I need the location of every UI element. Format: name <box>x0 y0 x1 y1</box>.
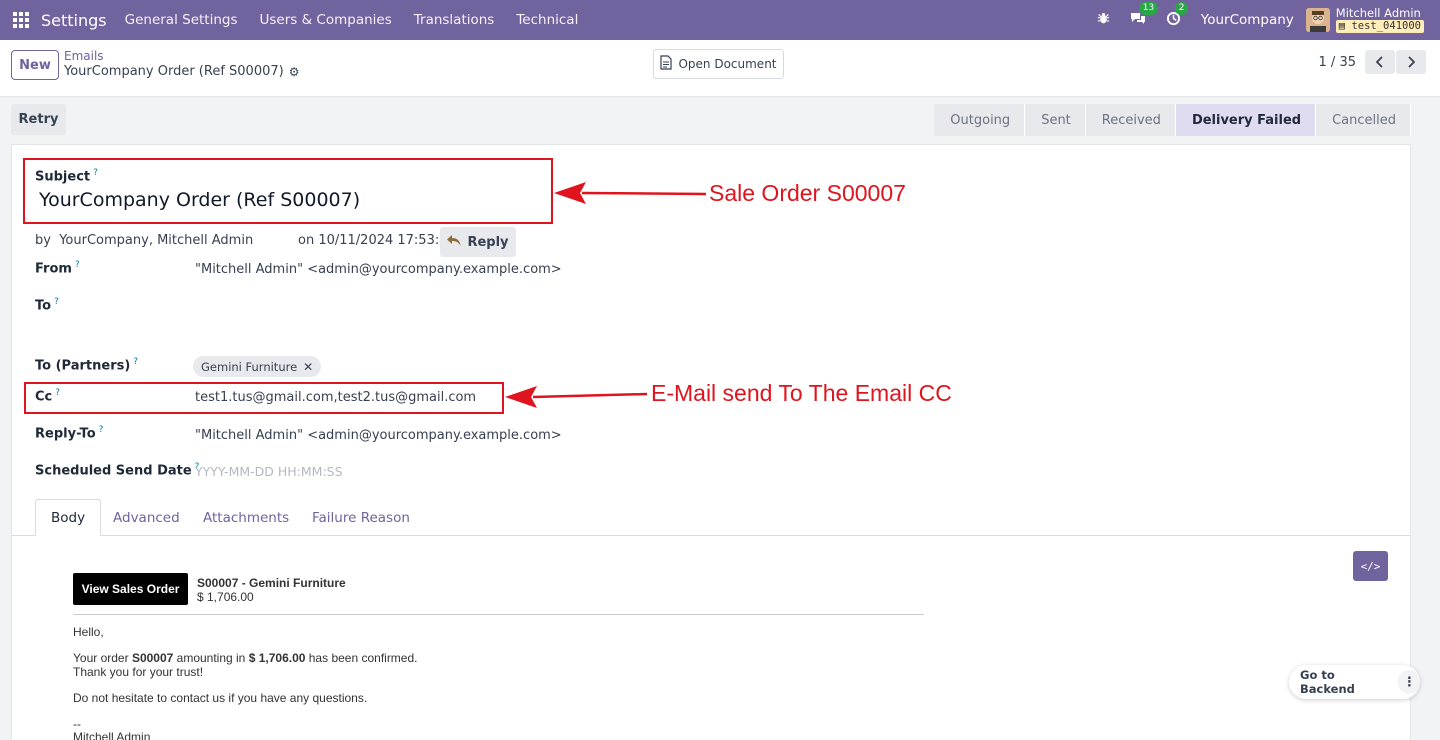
go-to-backend-button[interactable]: Go to Backend <box>1300 668 1384 696</box>
user-avatar[interactable] <box>1305 8 1330 32</box>
code-view-icon[interactable]: </> <box>1353 551 1388 581</box>
stage-delivery-failed[interactable]: Delivery Failed <box>1175 104 1317 136</box>
pager: 1 / 35 <box>1319 50 1426 74</box>
subject-highlight-box <box>23 158 553 224</box>
remove-tag-icon[interactable]: ✕ <box>303 360 313 374</box>
messages-icon[interactable]: 13 <box>1130 2 1159 29</box>
to-partners-help-icon[interactable]: ? <box>133 357 138 367</box>
reply-to-field[interactable]: "Mitchell Admin" <admin@yourcompany.exam… <box>195 428 562 443</box>
activities-badge: 2 <box>1174 1 1189 15</box>
scheduled-date-input[interactable]: YYYY-MM-DD HH:MM:SS <box>195 464 343 479</box>
message-date: on 10/11/2024 17:53:49 <box>298 233 456 248</box>
control-panel: New Emails YourCompany Order (Ref S00007… <box>0 40 1440 97</box>
breadcrumb-current-label: YourCompany Order (Ref S00007) <box>64 64 284 79</box>
tab-attachments[interactable]: Attachments <box>203 499 289 536</box>
menu-translations[interactable]: Translations <box>414 12 495 28</box>
debug-bug-icon[interactable] <box>1097 12 1110 29</box>
to-help-icon[interactable]: ? <box>54 297 59 307</box>
order-title: S00007 - Gemini Furniture <box>197 576 346 590</box>
menu-general-settings[interactable]: General Settings <box>125 12 238 28</box>
from-label: From? <box>35 260 80 277</box>
more-options-icon[interactable]: ⋮ <box>1398 670 1420 694</box>
reply-to-help-icon[interactable]: ? <box>99 425 104 435</box>
email-signature-separator: -- <box>73 717 81 731</box>
messages-badge: 13 <box>1138 2 1159 15</box>
partner-tag-label: Gemini Furniture <box>201 359 298 374</box>
email-contact-line: Do not hesitate to contact us if you hav… <box>73 691 368 705</box>
pager-next-icon[interactable] <box>1396 50 1426 74</box>
reply-to-label: Reply-To? <box>35 425 104 442</box>
email-thanks-line: Thank you for your trust! <box>73 665 204 679</box>
cc-highlight-box <box>24 382 504 414</box>
tab-advanced[interactable]: Advanced <box>113 499 180 536</box>
app-brand[interactable]: Settings <box>41 11 107 30</box>
from-help-icon[interactable]: ? <box>75 260 80 270</box>
notebook-tabs: Body Advanced Attachments Failure Reason <box>12 499 1410 536</box>
tab-failure-reason[interactable]: Failure Reason <box>312 499 410 536</box>
pager-value[interactable]: 1 / 35 <box>1319 55 1356 70</box>
view-sales-order-button[interactable]: View Sales Order <box>73 573 188 605</box>
email-divider <box>73 614 924 615</box>
database-tag: ▤ test_041000 <box>1335 20 1424 33</box>
stage-sent[interactable]: Sent <box>1025 104 1086 136</box>
to-partners-label: To (Partners)? <box>35 357 139 374</box>
company-switcher[interactable]: YourCompany <box>1201 12 1294 28</box>
menu-technical[interactable]: Technical <box>516 12 578 28</box>
from-field[interactable]: "Mitchell Admin" <admin@yourcompany.exam… <box>195 262 562 277</box>
pager-previous-icon[interactable] <box>1365 50 1395 74</box>
subject-annotation: Sale Order S00007 <box>709 180 906 206</box>
tab-body[interactable]: Body <box>35 499 102 536</box>
email-greeting: Hello, <box>73 625 104 639</box>
activities-clock-icon[interactable]: 2 <box>1166 1 1189 30</box>
to-label: To? <box>35 297 59 314</box>
open-document-button[interactable]: Open Document <box>653 49 784 79</box>
stage-received[interactable]: Received <box>1085 104 1176 136</box>
subject-arrow-icon <box>554 182 707 204</box>
cc-arrow-icon <box>505 386 648 408</box>
menu-users-companies[interactable]: Users & Companies <box>260 12 392 28</box>
top-navbar: Settings General Settings Users & Compan… <box>0 0 1440 40</box>
user-menu[interactable]: Mitchell Admin ▤ test_041000 <box>1335 6 1424 33</box>
file-icon <box>660 54 673 74</box>
stage-outgoing[interactable]: Outgoing <box>934 104 1026 136</box>
reply-icon <box>447 234 461 250</box>
stage-cancelled[interactable]: Cancelled <box>1316 104 1411 136</box>
order-amount: $ 1,706.00 <box>197 590 254 604</box>
open-document-label: Open Document <box>678 57 777 71</box>
go-to-backend-widget: Go to Backend ⋮ <box>1289 665 1420 699</box>
author-line: by YourCompany, Mitchell Admin <box>35 233 253 248</box>
gear-icon[interactable]: ⚙ <box>289 65 300 79</box>
user-name: Mitchell Admin <box>1335 6 1421 20</box>
navbar-systray: 13 2 YourCompany Mitchell Admin ▤ test_0… <box>1097 0 1440 40</box>
new-button[interactable]: New <box>11 50 59 80</box>
retry-button[interactable]: Retry <box>11 104 66 135</box>
reply-button[interactable]: Reply <box>440 227 516 257</box>
apps-menu-icon[interactable] <box>13 12 29 28</box>
breadcrumb: Emails YourCompany Order (Ref S00007) ⚙ <box>64 49 299 79</box>
breadcrumb-current: YourCompany Order (Ref S00007) ⚙ <box>64 64 299 79</box>
email-confirmation-line: Your order S00007 amounting in $ 1,706.0… <box>73 651 418 665</box>
reply-label: Reply <box>467 234 509 250</box>
cc-annotation: E-Mail send To The Email CC <box>651 380 952 406</box>
email-signature-name: Mitchell Admin <box>73 730 151 740</box>
scheduled-date-label: Scheduled Send Date? <box>35 462 200 479</box>
status-stages: Outgoing Sent Received Delivery Failed C… <box>934 104 1411 136</box>
author-name: YourCompany, Mitchell Admin <box>59 233 254 248</box>
by-label: by <box>35 233 51 248</box>
breadcrumb-emails-link[interactable]: Emails <box>64 49 299 63</box>
partner-tag: Gemini Furniture ✕ <box>193 356 322 377</box>
